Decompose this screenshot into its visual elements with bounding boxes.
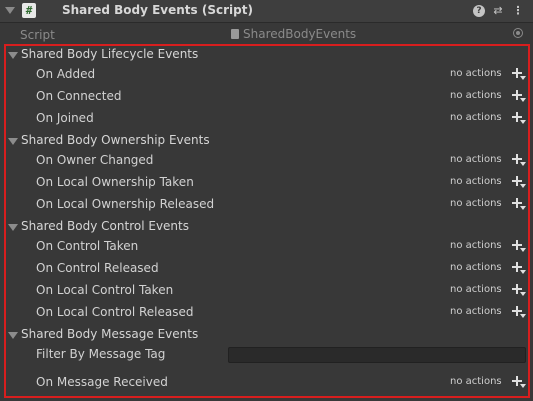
event-label: On Control Released bbox=[36, 261, 159, 275]
no-actions-label: no actions bbox=[450, 240, 502, 251]
group-header-message[interactable]: Shared Body Message Events bbox=[0, 327, 533, 343]
script-icon: # bbox=[22, 3, 36, 18]
context-menu-icon[interactable]: ⋮ bbox=[512, 3, 524, 19]
group-header-ownership[interactable]: Shared Body Ownership Events bbox=[0, 133, 533, 149]
no-actions-label: no actions bbox=[450, 68, 502, 79]
event-row-on-control-taken: On Control Taken no actions bbox=[0, 239, 533, 255]
event-label: On Message Received bbox=[36, 375, 168, 389]
group-title: Shared Body Ownership Events bbox=[21, 133, 210, 147]
script-field-row: Script SharedBodyEvents bbox=[0, 25, 533, 45]
group-title: Shared Body Message Events bbox=[21, 327, 199, 341]
no-actions-label: no actions bbox=[450, 262, 502, 273]
component-header[interactable]: # Shared Body Events (Script) ? ⇄ ⋮ bbox=[0, 0, 533, 23]
filter-by-message-tag-label: Filter By Message Tag bbox=[36, 347, 166, 361]
help-icon[interactable]: ? bbox=[473, 5, 485, 17]
no-actions-label: no actions bbox=[450, 90, 502, 101]
add-action-icon[interactable] bbox=[512, 261, 526, 275]
event-row-on-control-released: On Control Released no actions bbox=[0, 261, 533, 277]
event-label: On Local Ownership Taken bbox=[36, 175, 194, 189]
group-foldout-arrow-icon[interactable] bbox=[8, 224, 18, 231]
no-actions-label: no actions bbox=[450, 306, 502, 317]
add-action-icon[interactable] bbox=[512, 153, 526, 167]
event-row-on-owner-changed: On Owner Changed no actions bbox=[0, 153, 533, 169]
object-picker-icon[interactable] bbox=[513, 28, 523, 38]
script-object-value: SharedBodyEvents bbox=[243, 27, 357, 41]
event-label: On Local Control Released bbox=[36, 305, 194, 319]
event-row-on-added: On Added no actions bbox=[0, 67, 533, 83]
event-label: On Control Taken bbox=[36, 239, 139, 253]
group-title: Shared Body Control Events bbox=[21, 219, 189, 233]
script-file-icon bbox=[231, 29, 239, 39]
event-row-on-joined: On Joined no actions bbox=[0, 111, 533, 127]
group-header-lifecycle[interactable]: Shared Body Lifecycle Events bbox=[0, 47, 533, 63]
event-label: On Joined bbox=[36, 111, 94, 125]
foldout-arrow-icon[interactable] bbox=[5, 7, 15, 14]
event-row-on-local-ownership-released: On Local Ownership Released no actions bbox=[0, 197, 533, 213]
no-actions-label: no actions bbox=[450, 376, 502, 387]
add-action-icon[interactable] bbox=[512, 175, 526, 189]
group-foldout-arrow-icon[interactable] bbox=[8, 52, 18, 59]
event-row-on-local-ownership-taken: On Local Ownership Taken no actions bbox=[0, 175, 533, 191]
filter-by-message-tag-row: Filter By Message Tag bbox=[0, 346, 533, 364]
script-object-field[interactable]: SharedBodyEvents bbox=[228, 26, 526, 42]
event-row-on-local-control-taken: On Local Control Taken no actions bbox=[0, 283, 533, 299]
event-label: On Local Control Taken bbox=[36, 283, 174, 297]
group-foldout-arrow-icon[interactable] bbox=[8, 332, 18, 339]
add-action-icon[interactable] bbox=[512, 375, 526, 389]
no-actions-label: no actions bbox=[450, 112, 502, 123]
add-action-icon[interactable] bbox=[512, 89, 526, 103]
component-title: Shared Body Events (Script) bbox=[62, 3, 253, 17]
add-action-icon[interactable] bbox=[512, 305, 526, 319]
event-row-on-message-received: On Message Received no actions bbox=[0, 375, 533, 391]
script-label: Script bbox=[20, 28, 55, 42]
no-actions-label: no actions bbox=[450, 198, 502, 209]
presets-icon[interactable]: ⇄ bbox=[491, 3, 505, 19]
event-label: On Local Ownership Released bbox=[36, 197, 215, 211]
event-label: On Owner Changed bbox=[36, 153, 154, 167]
event-row-on-connected: On Connected no actions bbox=[0, 89, 533, 105]
add-action-icon[interactable] bbox=[512, 67, 526, 81]
inspector-component-panel: # Shared Body Events (Script) ? ⇄ ⋮ Scri… bbox=[0, 0, 533, 401]
group-foldout-arrow-icon[interactable] bbox=[8, 138, 18, 145]
event-label: On Added bbox=[36, 67, 96, 81]
add-action-icon[interactable] bbox=[512, 239, 526, 253]
add-action-icon[interactable] bbox=[512, 283, 526, 297]
no-actions-label: no actions bbox=[450, 284, 502, 295]
no-actions-label: no actions bbox=[450, 176, 502, 187]
add-action-icon[interactable] bbox=[512, 197, 526, 211]
event-label: On Connected bbox=[36, 89, 122, 103]
event-row-on-local-control-released: On Local Control Released no actions bbox=[0, 305, 533, 321]
no-actions-label: no actions bbox=[450, 154, 502, 165]
message-tag-input[interactable] bbox=[228, 347, 526, 363]
group-header-control[interactable]: Shared Body Control Events bbox=[0, 219, 533, 235]
add-action-icon[interactable] bbox=[512, 111, 526, 125]
group-title: Shared Body Lifecycle Events bbox=[21, 47, 199, 61]
